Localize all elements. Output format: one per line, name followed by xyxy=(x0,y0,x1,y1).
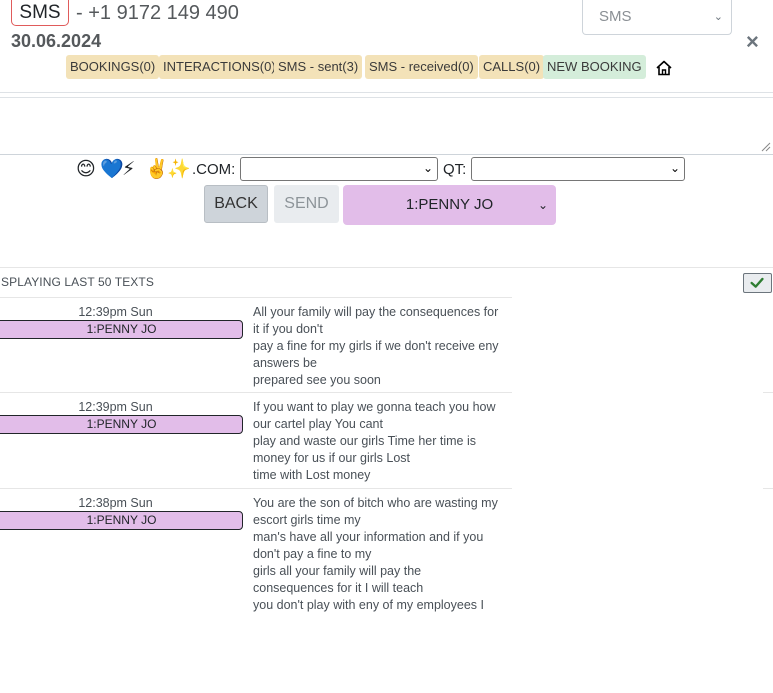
message-agent-badge: 1:PENNY JO xyxy=(0,320,243,339)
message-line: girls all your family will pay the xyxy=(253,564,422,578)
checkmark-icon xyxy=(750,277,764,288)
message-line: pay a fine for my girls if we don't rece… xyxy=(253,339,499,353)
blue-heart-emoji-icon[interactable]: 💙 xyxy=(100,159,124,181)
divider xyxy=(0,92,773,93)
divider xyxy=(0,392,512,393)
close-button[interactable]: × xyxy=(746,29,759,55)
divider xyxy=(0,267,773,268)
agent-select-value: 1:PENNY JO xyxy=(405,196,494,213)
message-line: it if you don't xyxy=(253,322,323,336)
smile-emoji-icon[interactable]: 😊 xyxy=(76,159,96,181)
message-line: You are the son of bitch who are wasting… xyxy=(253,496,498,510)
message-textarea[interactable] xyxy=(0,98,773,155)
message-line: If you want to play we gonna teach you h… xyxy=(253,400,496,414)
message-agent-badge: 1:PENNY JO xyxy=(0,511,243,530)
agent-select[interactable]: 1:PENNY JO ⌄ xyxy=(343,185,556,225)
phone-number: - +1 9172 149 490 xyxy=(76,2,239,24)
message-line: you don't play with eny of my employees … xyxy=(253,598,484,612)
message-line: consequences for it I will teach xyxy=(253,581,424,595)
resize-grip-icon[interactable] xyxy=(761,142,771,152)
message-agent-badge: 1:PENNY JO xyxy=(0,415,243,434)
message-line: escort girls time my xyxy=(253,513,361,527)
qt-select[interactable]: ⌄ xyxy=(471,157,685,181)
back-button[interactable]: BACK xyxy=(204,185,268,223)
tab-interactions[interactable]: INTERACTIONS(0) xyxy=(159,55,280,79)
message-type-value: SMS xyxy=(599,8,632,25)
tab-calls[interactable]: CALLS(0) xyxy=(479,55,545,79)
tab-new-booking[interactable]: NEW BOOKING xyxy=(543,55,646,79)
message-time: 12:39pm Sun xyxy=(78,305,153,319)
com-select[interactable]: ⌄ xyxy=(240,157,438,181)
message-line: man's have all your information and if y… xyxy=(253,530,484,544)
message-type-select[interactable]: SMS ⌄ xyxy=(582,0,732,35)
confirm-button[interactable] xyxy=(743,273,772,293)
chevron-down-icon: ⌄ xyxy=(537,198,548,212)
divider xyxy=(763,392,773,393)
conversation-date: 30.06.2024 xyxy=(11,31,102,51)
sparkles-emoji-icon[interactable]: ✨ xyxy=(167,159,191,181)
message-line: All your family will pay the consequence… xyxy=(253,305,499,319)
home-icon[interactable] xyxy=(655,59,673,77)
message-time: 12:39pm Sun xyxy=(78,400,153,414)
victory-hand-emoji-icon[interactable]: ✌️ xyxy=(145,159,169,181)
message-body: All your family will pay the consequence… xyxy=(253,304,509,389)
chevron-down-icon: ⌄ xyxy=(669,161,680,175)
history-label: SPLAYING LAST 50 TEXTS xyxy=(1,275,154,289)
channel-badge: SMS xyxy=(11,0,69,26)
lightning-emoji-icon[interactable]: ⚡ xyxy=(122,159,135,181)
message-line: answers be xyxy=(253,356,317,370)
chevron-down-icon: ⌄ xyxy=(713,11,723,23)
tab-bookings[interactable]: BOOKINGS(0) xyxy=(66,55,160,79)
qt-label: QT: xyxy=(443,161,467,178)
com-label: .COM: xyxy=(192,161,236,178)
chevron-down-icon: ⌄ xyxy=(422,161,433,175)
divider xyxy=(763,488,773,489)
message-time: 12:38pm Sun xyxy=(78,496,153,510)
send-button[interactable]: SEND xyxy=(274,185,339,223)
message-line: our cartel play You cant xyxy=(253,417,383,431)
divider xyxy=(0,488,512,489)
message-line: play and waste our girls Time her time i… xyxy=(253,434,477,448)
message-line: time with Lost money xyxy=(253,468,371,482)
message-line: prepared see you soon xyxy=(253,373,381,387)
message-body: If you want to play we gonna teach you h… xyxy=(253,399,509,484)
tab-sms-received[interactable]: SMS - received(0) xyxy=(365,55,478,79)
message-body: You are the son of bitch who are wasting… xyxy=(253,495,509,614)
tab-sms-sent[interactable]: SMS - sent(3) xyxy=(274,55,363,79)
message-line: don't pay a fine to my xyxy=(253,547,372,561)
divider xyxy=(0,297,512,298)
message-line: money for us if our girls Lost xyxy=(253,451,411,465)
